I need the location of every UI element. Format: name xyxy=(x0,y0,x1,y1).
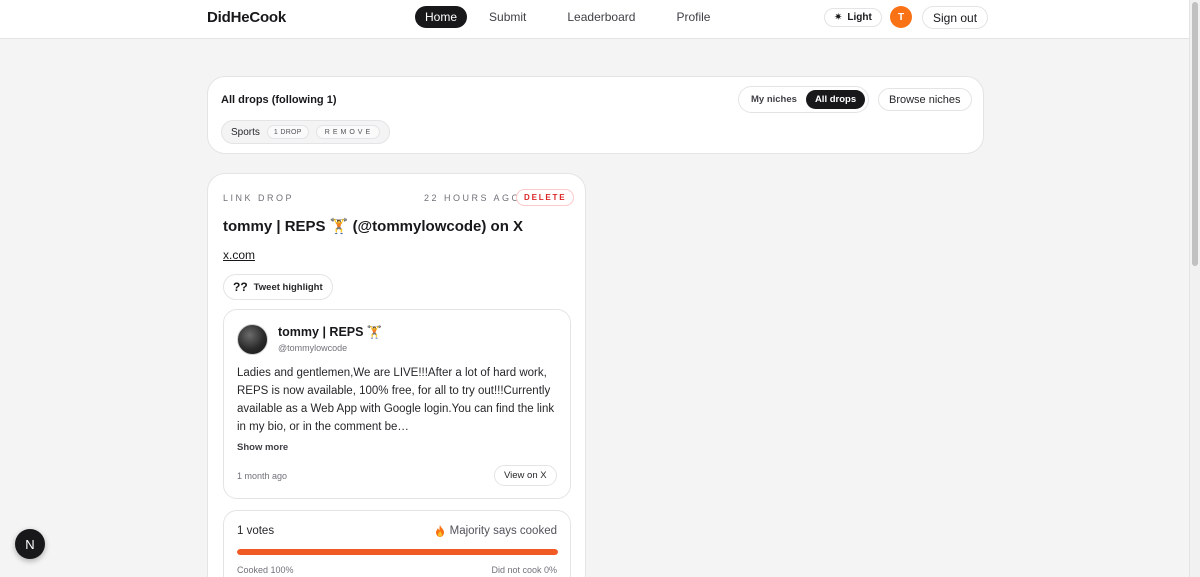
user-avatar[interactable]: T xyxy=(890,6,912,28)
tweet-date: 1 month ago xyxy=(237,471,288,481)
cooked-percent: Cooked 100% xyxy=(237,565,294,575)
drop-title: tommy | REPS 🏋 (@tommylowcode) on X xyxy=(223,218,524,235)
drop-source-link[interactable]: x.com xyxy=(223,248,255,262)
majority-label: Majority says cooked xyxy=(449,525,557,537)
not-cooked-percent: Did not cook 0% xyxy=(491,565,557,575)
tweet-author-avatar xyxy=(237,324,268,355)
vote-summary: 1 votes Majority says cooked Cooked 100%… xyxy=(223,510,571,577)
drop-card: LINK DROP 22 HOURS AGO DELETE tommy | RE… xyxy=(207,173,586,577)
page-scrollbar[interactable] xyxy=(1189,0,1200,577)
nav-profile[interactable]: Profile xyxy=(666,6,720,28)
brand-logo[interactable]: DidHeCook xyxy=(207,9,286,26)
majority-verdict: Majority says cooked xyxy=(435,525,557,537)
tweet-body: Ladies and gentlemen,We are LIVE!!!After… xyxy=(237,367,555,433)
sun-icon: ✷ xyxy=(834,12,843,23)
feed-filter-card: All drops (following 1) Sports 1 DROP RE… xyxy=(207,76,984,154)
show-more-button[interactable]: Show more xyxy=(237,442,288,453)
nav-submit[interactable]: Submit xyxy=(479,6,536,28)
view-on-x-button[interactable]: View on X xyxy=(494,465,557,486)
delete-drop-button[interactable]: DELETE xyxy=(516,189,575,206)
tab-my-niches[interactable]: My niches xyxy=(742,90,806,109)
main-nav: Home Submit Leaderboard Profile xyxy=(415,6,731,28)
fire-icon xyxy=(435,525,444,537)
theme-toggle-button[interactable]: ✷ Light xyxy=(824,8,882,27)
tweet-highlight-label: Tweet highlight xyxy=(253,281,323,293)
tweet-highlight-badge: ?? Tweet highlight xyxy=(223,274,333,300)
nav-leaderboard[interactable]: Leaderboard xyxy=(557,6,645,28)
niche-drop-count: 1 DROP xyxy=(266,125,309,139)
scrollbar-thumb[interactable] xyxy=(1192,2,1198,266)
drop-type-label: LINK DROP xyxy=(223,193,295,203)
tweet-author-name: tommy | REPS 🏋 xyxy=(278,325,383,339)
top-navbar: DidHeCook Home Submit Leaderboard Profil… xyxy=(0,0,1189,39)
niche-chip-sports: Sports 1 DROP REMOVE xyxy=(221,120,391,144)
theme-label: Light xyxy=(847,12,872,23)
vote-count: 1 votes xyxy=(237,525,275,537)
floating-n-button[interactable]: N xyxy=(15,529,45,559)
drop-timestamp: 22 HOURS AGO xyxy=(424,193,522,203)
browse-niches-button[interactable]: Browse niches xyxy=(878,88,972,111)
tweet-author-handle: @tommylowcode xyxy=(278,343,348,353)
feed-title: All drops (following 1) xyxy=(221,94,337,106)
niche-remove-button[interactable]: REMOVE xyxy=(315,125,381,139)
vote-progress-fill xyxy=(237,549,558,555)
feed-scope-toggle: My niches All drops xyxy=(738,86,870,113)
niche-chip-label: Sports xyxy=(231,126,260,138)
vote-progress-bar xyxy=(237,549,558,555)
unknown-glyph-icon: ?? xyxy=(233,280,248,294)
nav-home[interactable]: Home xyxy=(415,6,468,28)
tab-all-drops[interactable]: All drops xyxy=(805,90,866,109)
sign-out-button[interactable]: Sign out xyxy=(922,6,989,29)
tweet-embed: tommy | REPS 🏋 @tommylowcode Ladies and … xyxy=(223,309,571,499)
